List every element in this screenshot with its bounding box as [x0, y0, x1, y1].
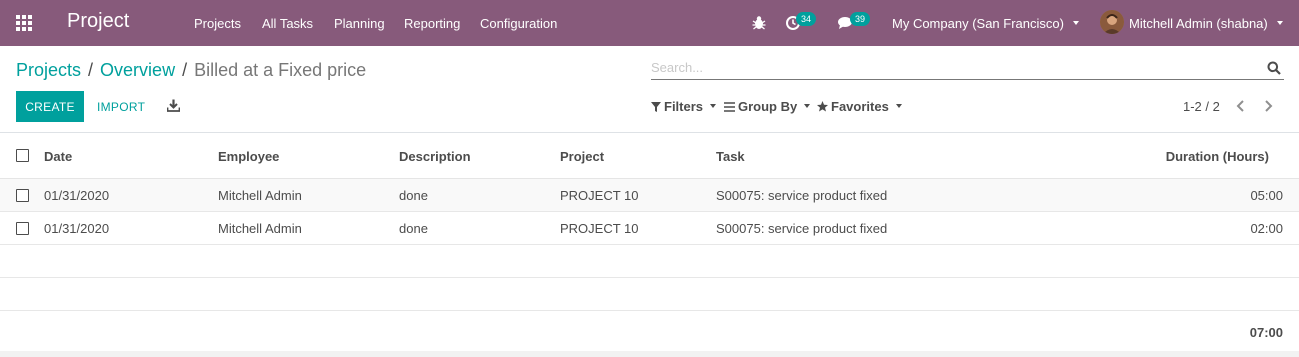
- table-row[interactable]: 01/31/2020 Mitchell Admin done PROJECT 1…: [0, 212, 1299, 245]
- user-name: Mitchell Admin (shabna): [1129, 16, 1268, 31]
- company-switcher[interactable]: My Company (San Francisco): [892, 16, 1079, 31]
- chevron-right-icon[interactable]: [1261, 98, 1275, 114]
- caret-down-icon: [895, 103, 902, 108]
- user-menu[interactable]: Mitchell Admin (shabna): [1129, 16, 1283, 31]
- row-checkbox[interactable]: [16, 189, 29, 202]
- create-button[interactable]: CREATE: [16, 91, 84, 122]
- cell-duration: 02:00: [1250, 221, 1283, 236]
- menu-item-reporting[interactable]: Reporting: [404, 16, 460, 31]
- caret-down-icon: [804, 103, 811, 108]
- download-icon[interactable]: [167, 99, 180, 112]
- cell-task: S00075: service product fixed: [716, 221, 888, 236]
- group-by-icon: [724, 102, 735, 112]
- menu-item-projects[interactable]: Projects: [194, 16, 241, 31]
- table-footer: 07:00: [0, 311, 1299, 351]
- app-title[interactable]: Project: [67, 10, 129, 33]
- message-count-badge: 39: [850, 12, 870, 26]
- empty-row: [0, 278, 1299, 311]
- chevron-left-icon[interactable]: [1234, 98, 1248, 114]
- favorites-dropdown[interactable]: Favorites: [817, 99, 902, 114]
- caret-down-icon: [1276, 20, 1283, 25]
- breadcrumb-projects[interactable]: Projects: [16, 60, 81, 80]
- avatar[interactable]: [1100, 10, 1124, 34]
- star-icon: [817, 101, 828, 112]
- cell-employee: Mitchell Admin: [218, 221, 302, 236]
- breadcrumb: Projects / Overview / Billed at a Fixed pric…: [16, 60, 366, 81]
- user-avatar-image: [1100, 10, 1124, 34]
- breadcrumb-separator: /: [88, 60, 94, 80]
- search-icon[interactable]: [1267, 61, 1281, 75]
- caret-down-icon: [710, 103, 717, 108]
- cell-description: done: [399, 221, 428, 236]
- cell-date: 01/31/2020: [44, 188, 110, 203]
- import-button[interactable]: IMPORT: [94, 91, 148, 122]
- column-header-task[interactable]: Task: [716, 149, 745, 164]
- bottom-border: [0, 351, 1299, 357]
- group-by-dropdown[interactable]: Group By: [724, 99, 811, 114]
- top-navbar: Project Projects All Tasks Planning Repo…: [0, 0, 1299, 46]
- filters-dropdown[interactable]: Filters: [651, 99, 717, 114]
- filter-icon: [651, 102, 661, 112]
- apps-menu-icon[interactable]: [16, 15, 33, 32]
- column-header-project[interactable]: Project: [560, 149, 604, 164]
- total-duration: 07:00: [1249, 325, 1283, 340]
- row-checkbox[interactable]: [16, 222, 29, 235]
- empty-row: [0, 245, 1299, 278]
- search-bar: [651, 56, 1284, 80]
- cell-project: PROJECT 10: [560, 221, 639, 236]
- cell-duration: 05:00: [1250, 188, 1283, 203]
- table-header: Date Employee Description Project Task D…: [0, 133, 1299, 179]
- group-by-label: Group By: [738, 99, 798, 114]
- menu-item-planning[interactable]: Planning: [334, 16, 385, 31]
- cell-task: S00075: service product fixed: [716, 188, 888, 203]
- column-header-employee[interactable]: Employee: [218, 149, 279, 164]
- column-header-duration[interactable]: Duration (Hours): [1166, 149, 1269, 164]
- table-row[interactable]: 01/31/2020 Mitchell Admin done PROJECT 1…: [0, 179, 1299, 212]
- timesheet-table: Date Employee Description Project Task D…: [0, 132, 1299, 351]
- menu-item-configuration[interactable]: Configuration: [480, 16, 557, 31]
- column-header-date[interactable]: Date: [44, 149, 72, 164]
- cell-date: 01/31/2020: [44, 221, 110, 236]
- company-name: My Company (San Francisco): [892, 16, 1064, 31]
- menu-item-all-tasks[interactable]: All Tasks: [262, 16, 313, 31]
- breadcrumb-current: Billed at a Fixed price: [194, 60, 367, 80]
- cell-project: PROJECT 10: [560, 188, 639, 203]
- column-header-description[interactable]: Description: [399, 149, 471, 164]
- breadcrumb-separator: /: [182, 60, 188, 80]
- select-all-checkbox[interactable]: [16, 149, 29, 162]
- filters-label: Filters: [664, 99, 704, 114]
- bug-icon[interactable]: [750, 14, 768, 32]
- activity-count-badge: 34: [796, 12, 816, 26]
- search-input[interactable]: [651, 56, 1251, 78]
- pager-value[interactable]: 1-2 / 2: [1183, 99, 1220, 114]
- cell-description: done: [399, 188, 428, 203]
- breadcrumb-overview[interactable]: Overview: [100, 60, 175, 80]
- caret-down-icon: [1072, 20, 1079, 25]
- favorites-label: Favorites: [831, 99, 889, 114]
- cell-employee: Mitchell Admin: [218, 188, 302, 203]
